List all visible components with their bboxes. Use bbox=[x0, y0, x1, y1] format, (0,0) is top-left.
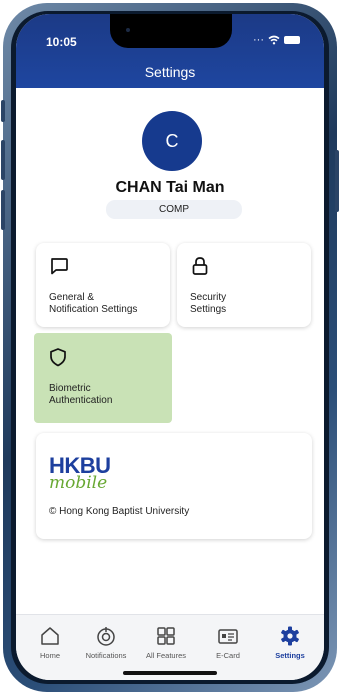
nav-home[interactable]: Home bbox=[22, 615, 78, 665]
lock-icon bbox=[192, 257, 208, 275]
nav-notifications[interactable]: Notifications bbox=[78, 615, 134, 665]
mobile-logo-text: mobile bbox=[49, 473, 108, 493]
status-time: 10:05 bbox=[46, 35, 77, 49]
nav-label: Home bbox=[39, 651, 60, 660]
wifi-icon bbox=[268, 35, 280, 45]
copyright-text: © Hong Kong Baptist University bbox=[49, 506, 190, 517]
nav-settings[interactable]: Settings bbox=[262, 615, 318, 665]
biometric-authentication-card[interactable]: Biometric Authentication bbox=[34, 333, 172, 423]
status-icons: ··· bbox=[253, 34, 300, 46]
side-button-volume-up bbox=[1, 140, 5, 180]
general-notification-settings-card[interactable]: General & Notification Settings bbox=[36, 243, 170, 327]
avatar-initial: C bbox=[165, 130, 179, 151]
nav-ecard[interactable]: E-Card bbox=[200, 615, 256, 665]
nav-label: All Features bbox=[145, 651, 187, 660]
app-screen: 10:05 ··· Settings C CHAN Tai Man COMP G… bbox=[16, 14, 324, 680]
page-title: Settings bbox=[144, 64, 196, 80]
battery-icon bbox=[284, 36, 300, 44]
side-button-power bbox=[335, 150, 339, 212]
nav-all-features[interactable]: All Features bbox=[138, 615, 194, 665]
card-label: Biometric Authentication bbox=[49, 383, 113, 406]
grid-icon bbox=[157, 627, 175, 645]
app-header: 10:05 ··· Settings bbox=[16, 14, 324, 88]
front-camera bbox=[126, 28, 130, 32]
home-icon bbox=[41, 627, 59, 645]
ecard-icon bbox=[218, 629, 238, 644]
security-settings-card[interactable]: Security Settings bbox=[177, 243, 311, 327]
user-name: CHAN Tai Man bbox=[115, 179, 225, 196]
shield-icon bbox=[50, 348, 66, 367]
department-badge: COMP bbox=[106, 200, 242, 219]
notification-icon bbox=[97, 627, 115, 646]
card-label: Security Settings bbox=[190, 292, 227, 315]
nav-label: E-Card bbox=[216, 651, 240, 660]
home-indicator[interactable] bbox=[123, 671, 217, 675]
card-label: General & Notification Settings bbox=[49, 292, 138, 315]
avatar: C bbox=[142, 111, 202, 171]
nav-label: Settings bbox=[275, 651, 305, 660]
nav-label: Notifications bbox=[85, 651, 127, 660]
side-button-mute bbox=[1, 100, 5, 122]
about-card: HKBU mobile © Hong Kong Baptist Universi… bbox=[36, 433, 312, 539]
camera-notch bbox=[110, 14, 232, 48]
side-button-volume-down bbox=[1, 190, 5, 230]
signal-icon: ··· bbox=[253, 34, 264, 46]
gear-icon bbox=[281, 626, 299, 646]
chat-bubble-icon bbox=[51, 258, 68, 275]
